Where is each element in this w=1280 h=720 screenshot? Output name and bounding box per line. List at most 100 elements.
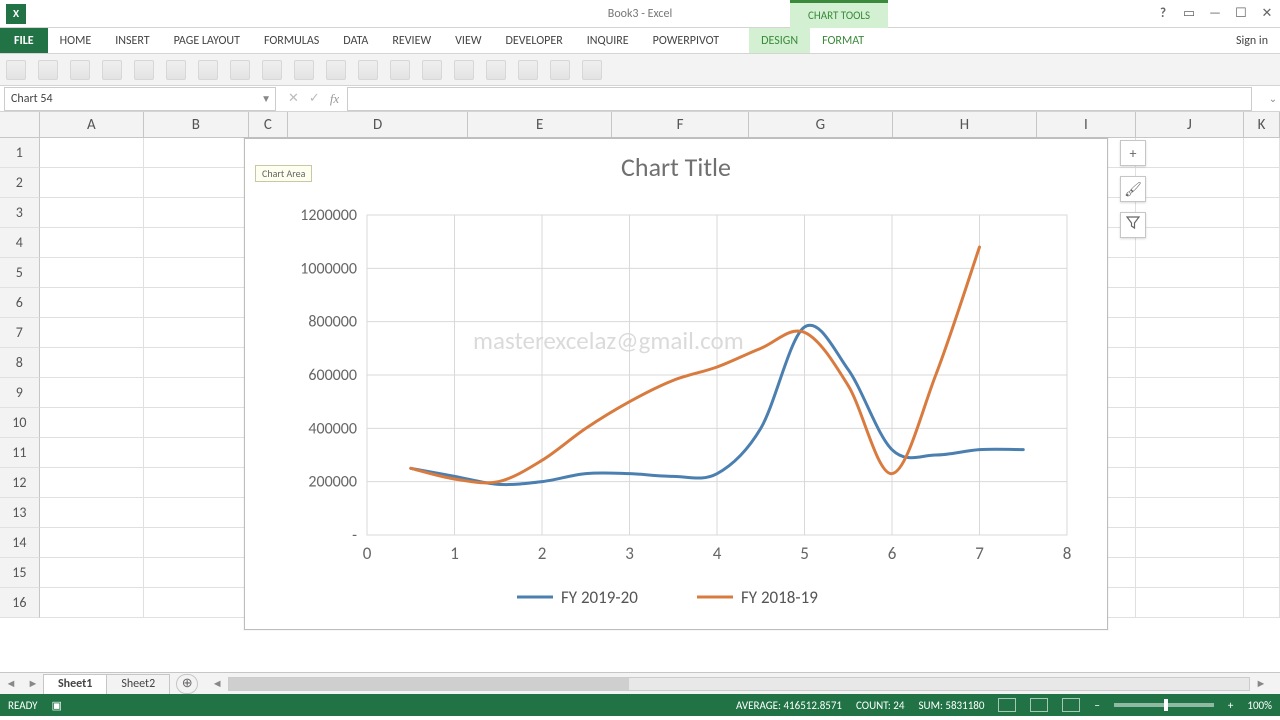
row-header-5[interactable]: 5	[0, 258, 40, 288]
cell[interactable]	[144, 198, 248, 228]
select-all-corner[interactable]	[0, 112, 40, 137]
cell[interactable]	[144, 528, 248, 558]
qat-cmd-10[interactable]	[294, 60, 314, 80]
formula-bar-input[interactable]	[347, 87, 1252, 111]
cell[interactable]	[1136, 348, 1244, 378]
cell[interactable]	[1244, 438, 1280, 468]
cell[interactable]	[40, 318, 144, 348]
cell[interactable]	[1136, 498, 1244, 528]
cell[interactable]	[40, 588, 144, 618]
column-header-F[interactable]: F	[612, 112, 749, 137]
tab-chart-format[interactable]: FORMAT	[810, 28, 876, 53]
minimize-button[interactable]: —	[1202, 2, 1228, 26]
tab-review[interactable]: REVIEW	[380, 28, 443, 53]
tab-file[interactable]: FILE	[0, 28, 48, 53]
sheet-tab-sheet2[interactable]: Sheet2	[106, 674, 170, 694]
tab-powerpivot[interactable]: POWERPIVOT	[641, 28, 731, 53]
cell[interactable]	[40, 378, 144, 408]
tab-inquire[interactable]: INQUIRE	[575, 28, 641, 53]
zoom-in-button[interactable]: +	[1228, 699, 1233, 712]
chart-elements-button[interactable]: +	[1120, 140, 1146, 166]
cell[interactable]	[40, 258, 144, 288]
cell[interactable]	[144, 348, 248, 378]
cell[interactable]	[1244, 318, 1280, 348]
qat-cmd-4[interactable]	[102, 60, 122, 80]
qat-redo-icon[interactable]	[70, 60, 90, 80]
row-header-8[interactable]: 8	[0, 348, 40, 378]
column-header-D[interactable]: D	[288, 112, 468, 137]
column-header-A[interactable]: A	[40, 112, 144, 137]
row-header-15[interactable]: 15	[0, 558, 40, 588]
cell[interactable]	[1136, 138, 1244, 168]
new-sheet-button[interactable]: ⊕	[176, 674, 198, 694]
cell[interactable]	[1136, 558, 1244, 588]
horizontal-scrollbar[interactable]: ◄ ►	[206, 677, 1272, 691]
cell[interactable]	[1244, 168, 1280, 198]
cell[interactable]	[1136, 288, 1244, 318]
cell[interactable]	[1244, 198, 1280, 228]
qat-cmd-15[interactable]	[454, 60, 474, 80]
cell[interactable]	[1244, 138, 1280, 168]
cell[interactable]	[40, 498, 144, 528]
cell[interactable]	[40, 438, 144, 468]
cell[interactable]	[1244, 258, 1280, 288]
column-header-J[interactable]: J	[1136, 112, 1244, 137]
cell[interactable]	[40, 228, 144, 258]
column-header-G[interactable]: G	[749, 112, 893, 137]
qat-cmd-14[interactable]	[422, 60, 442, 80]
tab-insert[interactable]: INSERT	[103, 28, 161, 53]
zoom-out-button[interactable]: −	[1094, 699, 1099, 712]
chart-styles-button[interactable]: 🖌	[1120, 176, 1146, 202]
cell[interactable]	[1136, 468, 1244, 498]
qat-cmd-13[interactable]	[390, 60, 410, 80]
cell[interactable]	[1136, 258, 1244, 288]
hscroll-left-icon[interactable]: ◄	[206, 677, 228, 690]
sheet-tab-sheet1[interactable]: Sheet1	[43, 674, 107, 694]
cell[interactable]	[1244, 348, 1280, 378]
row-header-11[interactable]: 11	[0, 438, 40, 468]
cell[interactable]	[144, 228, 248, 258]
formula-bar-expand-icon[interactable]: ⌄	[1266, 92, 1280, 105]
cell[interactable]	[1136, 228, 1244, 258]
cell[interactable]	[1244, 408, 1280, 438]
cell[interactable]	[144, 588, 248, 618]
tab-developer[interactable]: DEVELOPER	[494, 28, 575, 53]
qat-save-icon[interactable]	[6, 60, 26, 80]
sheet-nav-prev-icon[interactable]: ◄	[0, 677, 22, 690]
tab-page-layout[interactable]: PAGE LAYOUT	[162, 28, 252, 53]
sheet-nav-next-icon[interactable]: ►	[22, 677, 44, 690]
cell[interactable]	[1136, 198, 1244, 228]
cell[interactable]	[144, 498, 248, 528]
qat-cmd-8[interactable]	[230, 60, 250, 80]
row-header-3[interactable]: 3	[0, 198, 40, 228]
cell[interactable]	[1136, 588, 1244, 618]
cell[interactable]	[40, 348, 144, 378]
cell[interactable]	[40, 528, 144, 558]
cell[interactable]	[144, 288, 248, 318]
chart-title[interactable]: Chart Title	[245, 139, 1107, 183]
cell[interactable]	[40, 408, 144, 438]
qat-cmd-7[interactable]	[198, 60, 218, 80]
cell[interactable]	[40, 288, 144, 318]
ribbon-display-options-icon[interactable]: ▭	[1176, 2, 1202, 26]
worksheet-area[interactable]: ABCDEFGHIJK 12345678910111213141516 Char…	[0, 112, 1280, 672]
qat-undo-icon[interactable]	[38, 60, 58, 80]
cell[interactable]	[1136, 378, 1244, 408]
view-normal-icon[interactable]	[998, 698, 1016, 712]
column-header-K[interactable]: K	[1244, 112, 1280, 137]
tab-chart-design[interactable]: DESIGN	[749, 28, 810, 53]
qat-cmd-19[interactable]	[582, 60, 602, 80]
cell[interactable]	[1244, 468, 1280, 498]
cell[interactable]	[40, 468, 144, 498]
embedded-chart[interactable]: Chart Area Chart Title masterexcelaz@gma…	[244, 138, 1108, 630]
cell[interactable]	[144, 468, 248, 498]
row-header-6[interactable]: 6	[0, 288, 40, 318]
enter-formula-icon[interactable]: ✓	[309, 91, 320, 106]
cell[interactable]	[1136, 408, 1244, 438]
cancel-formula-icon[interactable]: ✕	[288, 91, 299, 106]
cell[interactable]	[1244, 528, 1280, 558]
maximize-button[interactable]: ☐	[1228, 2, 1254, 26]
qat-cmd-18[interactable]	[550, 60, 570, 80]
tab-home[interactable]: HOME	[48, 28, 104, 53]
cell[interactable]	[144, 138, 248, 168]
